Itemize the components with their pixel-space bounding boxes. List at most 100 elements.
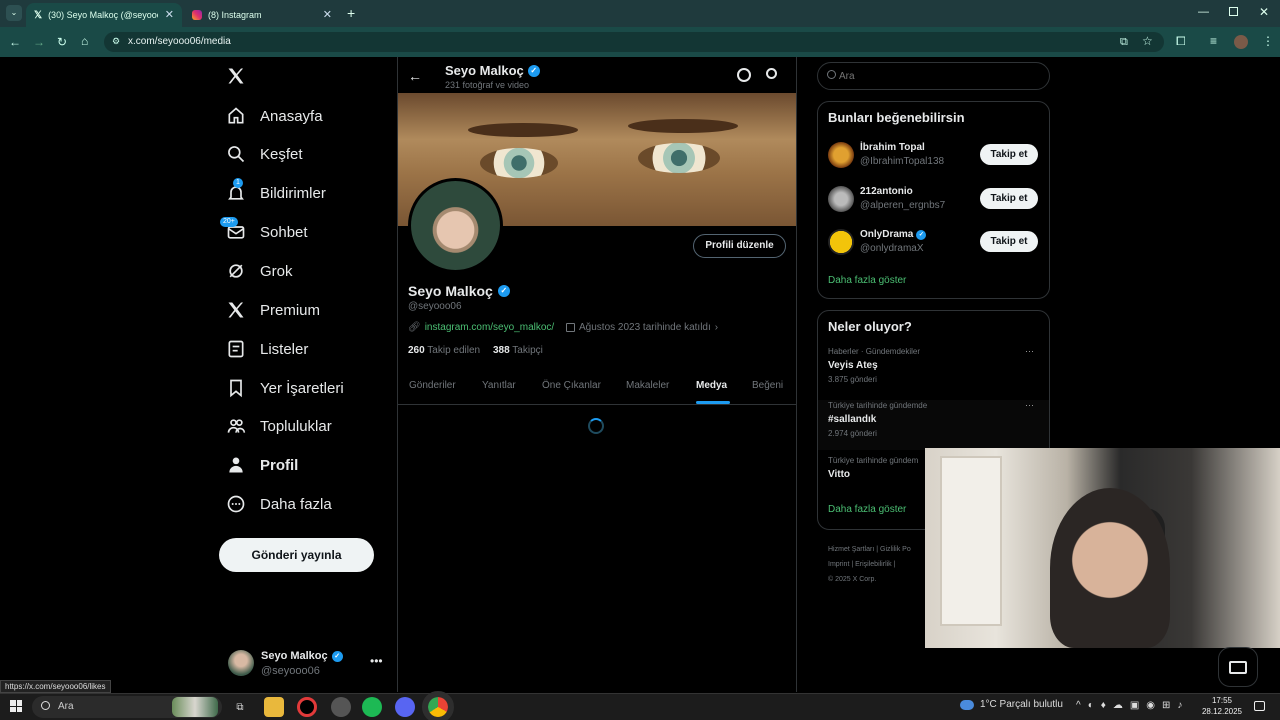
profile-link[interactable]: 🔗︎ instagram.com/seyo_malkoc/ <box>408 322 554 333</box>
trend-context: Türkiye tarihinde gündem <box>828 456 919 465</box>
footer-link[interactable]: Gizlilik Po <box>880 546 911 553</box>
nav-item-listeler[interactable]: Listeler <box>226 336 308 362</box>
profile-tab[interactable]: Öne Çıkanlar <box>542 380 601 391</box>
footer-link[interactable]: Imprint <box>828 561 849 568</box>
notifications-icon[interactable] <box>1254 701 1265 711</box>
avatar <box>228 650 254 676</box>
taskbar-search[interactable]: Ara <box>32 696 222 718</box>
trend-options-icon[interactable]: ··· <box>1025 400 1034 410</box>
notification-badge: 20+ <box>220 217 238 227</box>
app-icon[interactable] <box>331 697 351 717</box>
profile-tab[interactable]: Medya <box>696 380 727 391</box>
new-tab-icon[interactable]: + <box>347 5 355 21</box>
edit-profile-button[interactable]: Profili düzenle <box>693 234 786 258</box>
account-switcher[interactable]: Seyo Malkoç ✓ @seyooo06 ••• <box>224 646 388 682</box>
close-window-icon[interactable]: ✕ <box>1259 5 1269 19</box>
x-logo-icon[interactable] <box>226 66 248 88</box>
discord-icon[interactable] <box>395 697 415 717</box>
search-icon <box>226 144 246 164</box>
profile-link-text[interactable]: instagram.com/seyo_malkoc/ <box>425 322 555 333</box>
tab-list-button[interactable]: ⌄ <box>6 5 22 21</box>
nav-item-grok[interactable]: Grok <box>226 258 293 284</box>
trends-show-more-link[interactable]: Daha fazla göster <box>828 504 906 515</box>
back-arrow-icon[interactable]: ← <box>408 68 422 84</box>
search-input[interactable] <box>839 68 1039 84</box>
tab-instagram[interactable]: (8) Instagram ✕ <box>184 3 340 27</box>
profile-tab[interactable]: Yanıtlar <box>482 380 516 391</box>
suggestion-name: OnlyDrama ✓ <box>860 229 927 240</box>
file-explorer-icon[interactable] <box>264 697 284 717</box>
nav-item-sohbet[interactable]: 20+ Sohbet <box>220 217 308 245</box>
restore-icon[interactable] <box>1229 7 1238 16</box>
banner-brow-left <box>468 123 578 137</box>
footer-link[interactable]: Hizmet Şartları <box>828 546 874 553</box>
suggestion-item[interactable]: OnlyDrama ✓ @onlydramaX Takip et <box>828 228 1040 258</box>
trend-count: 2.974 gönderi <box>828 429 877 438</box>
address-bar[interactable]: ⚙ x.com/seyooo06/media <box>104 32 1164 52</box>
footer-link[interactable]: Erişilebilirlik <box>855 561 892 568</box>
nav-item-daha-fazla[interactable]: Daha fazla <box>226 491 332 517</box>
url-text: x.com/seyooo06/media <box>128 36 231 47</box>
followers-stat[interactable]: 388 Takipçi <box>493 345 543 356</box>
nav-item-yer-i-aretleri[interactable]: Yer İşaretleri <box>226 375 344 401</box>
trend-item[interactable]: Türkiye tarihinde gündemde #sallandık 2.97… <box>818 400 1049 450</box>
spotify-icon[interactable] <box>362 697 382 717</box>
nav-item-ke-fet[interactable]: Keşfet <box>226 141 303 167</box>
mail-icon <box>1229 660 1247 674</box>
messages-fab[interactable] <box>1218 647 1258 687</box>
browser-profile-avatar[interactable] <box>1234 35 1248 49</box>
nav-item-label: Sohbet <box>260 223 308 241</box>
trends-title: Neler oluyor? <box>828 319 912 334</box>
profile-tab[interactable]: Beğeni <box>752 380 783 391</box>
reading-list-icon[interactable]: ≡ <box>1210 34 1217 48</box>
close-tab-icon[interactable]: ✕ <box>323 8 332 21</box>
show-more-link[interactable]: Daha fazla göster <box>828 275 906 286</box>
install-app-icon[interactable]: ⧉ <box>1120 35 1128 49</box>
minimize-icon[interactable]: — <box>1198 6 1209 18</box>
nav-item-profil[interactable]: Profil <box>226 452 298 478</box>
profile-avatar[interactable] <box>408 178 503 273</box>
search-box[interactable] <box>817 62 1050 90</box>
verified-badge-icon: ✓ <box>527 64 540 77</box>
nav-item-anasayfa[interactable]: Anasayfa <box>226 103 323 129</box>
extensions-icon[interactable]: ⧠ <box>1176 34 1186 48</box>
instagram-favicon-icon <box>192 10 202 20</box>
trend-options-icon[interactable]: ··· <box>1025 346 1034 356</box>
site-settings-icon[interactable]: ⚙ <box>112 36 120 47</box>
weather-icon <box>960 699 974 710</box>
forward-icon[interactable]: → <box>33 35 45 49</box>
close-tab-icon[interactable]: ✕ <box>165 8 174 21</box>
nav-item-bildirimler[interactable]: 1 Bildirimler <box>226 178 326 206</box>
follow-button[interactable]: Takip et <box>980 188 1038 209</box>
trend-item[interactable]: Haberler · Gündemdekiler Veyis Ateş 3.875 … <box>818 346 1049 396</box>
nav-item-label: Topluluklar <box>260 417 332 435</box>
chrome-icon[interactable] <box>422 691 454 720</box>
opera-icon[interactable] <box>297 697 317 717</box>
grok-icon[interactable] <box>737 68 751 82</box>
nav-item-label: Profil <box>260 456 299 474</box>
browser-menu-icon[interactable]: ⋮ <box>1262 34 1274 48</box>
follow-button[interactable]: Takip et <box>980 144 1038 165</box>
footer-links: Hizmet Şartları | Gizlilik Po Imprint | … <box>828 542 928 587</box>
reload-icon[interactable]: ↻ <box>57 35 67 49</box>
windows-start-icon[interactable] <box>10 700 22 712</box>
nav-item-premium[interactable]: Premium <box>226 297 320 323</box>
system-tray-icons[interactable]: ^◐♦☁▣◉⊞♪ <box>1076 700 1189 711</box>
following-stat[interactable]: 260 Takip edilen <box>408 345 480 356</box>
clock[interactable]: 17:55 28.12.2025 <box>1200 695 1244 717</box>
suggestion-item[interactable]: 212antonio @alperen_ergnbs7 Takip et <box>828 185 1040 215</box>
post-button[interactable]: Gönderi yayınla <box>219 538 374 572</box>
nav-item-topluluklar[interactable]: Topluluklar <box>226 413 332 439</box>
more-options-icon[interactable]: ••• <box>370 654 383 668</box>
back-icon[interactable]: ← <box>9 35 21 49</box>
profile-tab[interactable]: Makaleler <box>626 380 669 391</box>
profile-tab[interactable]: Gönderiler <box>409 380 456 391</box>
home-browser-icon[interactable]: ⌂ <box>81 34 88 48</box>
weather-widget[interactable]: 1°C Parçalı bulutlu <box>960 699 1063 710</box>
search-icon[interactable] <box>766 68 777 79</box>
task-view-icon[interactable]: ⧉ <box>230 697 250 717</box>
tab-x-profile[interactable]: 𝕏 (30) Seyo Malkoç (@seyooo06 ✕ <box>26 3 182 27</box>
suggestion-item[interactable]: İbrahim Topal @IbrahimTopal138 Takip et <box>828 141 1040 171</box>
bookmark-star-icon[interactable]: ☆ <box>1142 34 1153 48</box>
follow-button[interactable]: Takip et <box>980 231 1038 252</box>
